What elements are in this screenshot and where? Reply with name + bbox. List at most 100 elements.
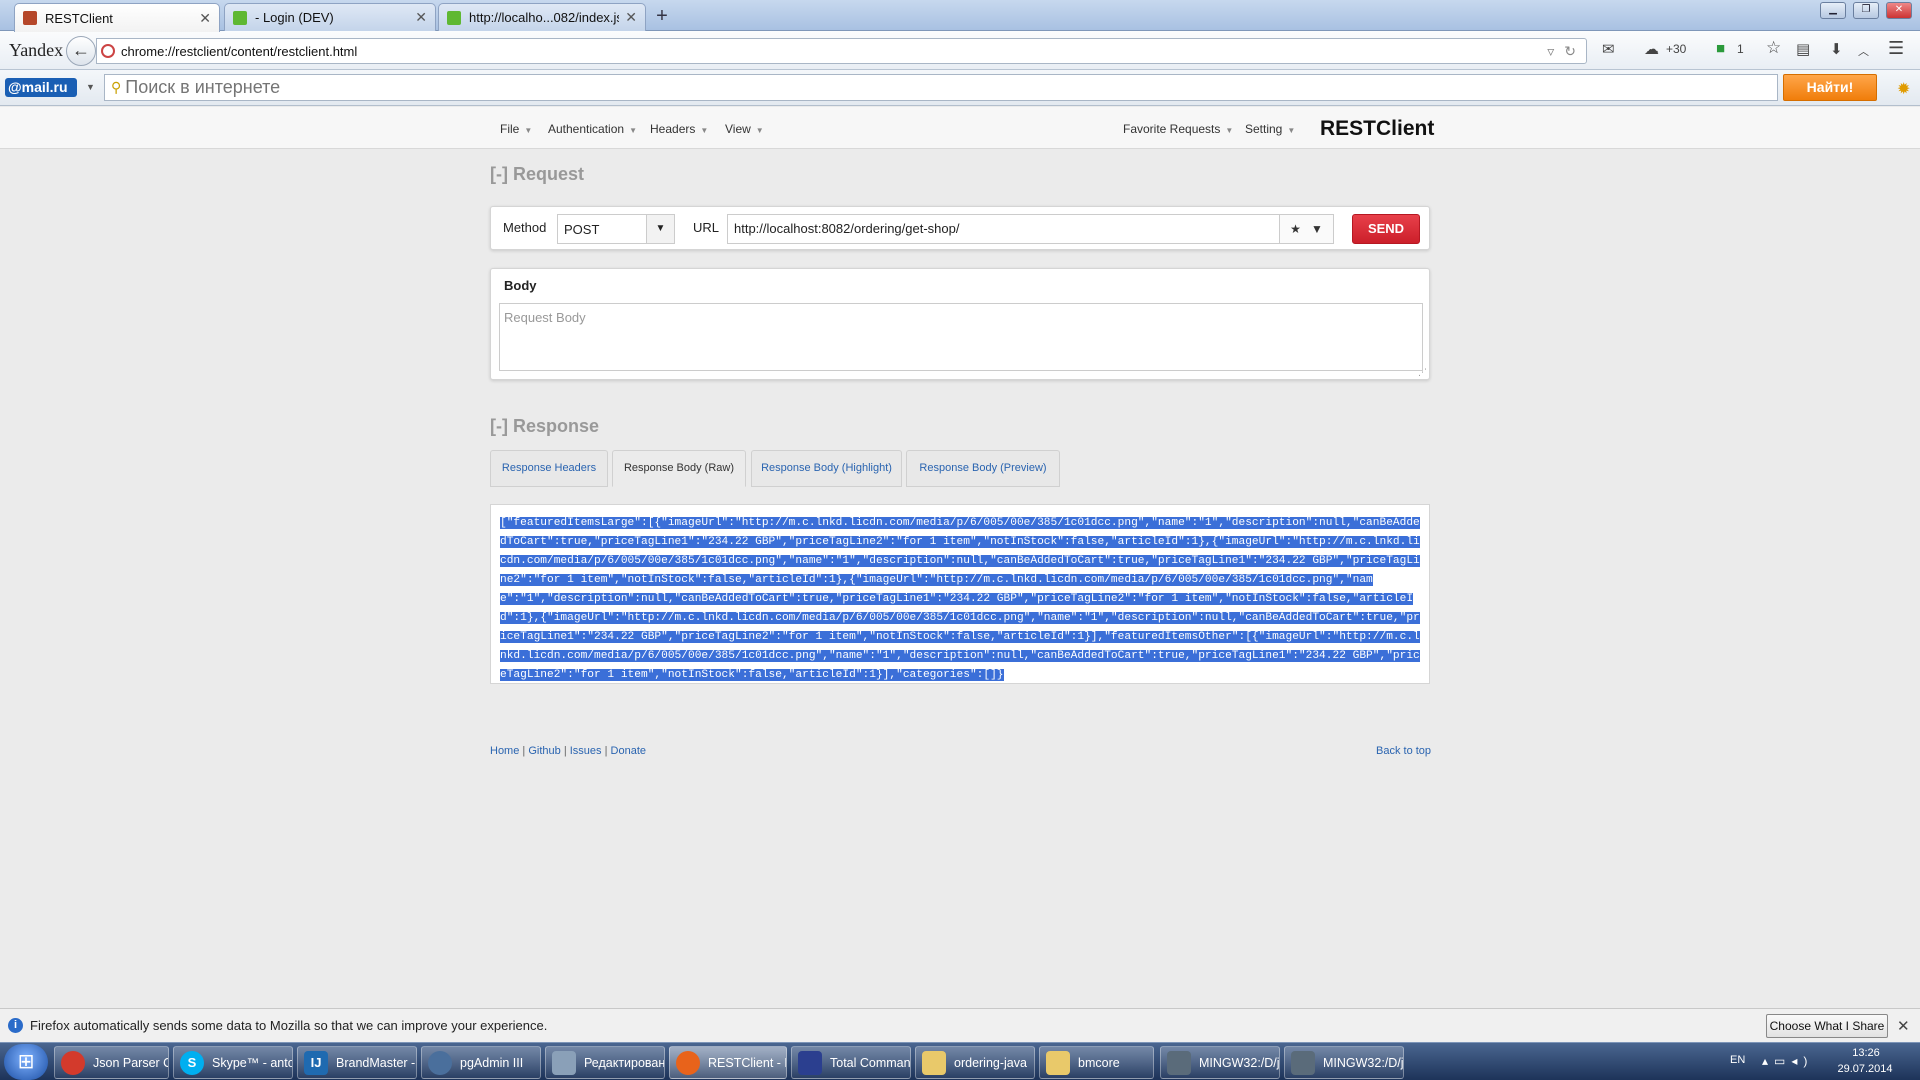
menu-label: View (725, 122, 751, 136)
taskbar-item[interactable]: S Skype™ - anton.... (173, 1046, 293, 1079)
notification-count[interactable]: 1 (1737, 42, 1744, 56)
address-text[interactable]: chrome://restclient/content/restclient.h… (121, 44, 1547, 59)
resize-grip-icon[interactable]: ⋰ (1418, 367, 1427, 378)
taskbar-item[interactable]: ordering-java (915, 1046, 1035, 1079)
chevron-down-icon: ▼ (1310, 222, 1323, 236)
taskbar-item-label: Total Comman... (830, 1055, 911, 1070)
close-icon[interactable]: ✕ (199, 10, 211, 27)
dropdown-arrow-icon[interactable]: ▿ (1547, 43, 1554, 60)
tab-login-dev[interactable]: - Login (DEV) ✕ (224, 3, 436, 31)
response-raw-body[interactable]: ["featuredItemsLarge":[{"imageUrl":"http… (500, 517, 1420, 681)
chevron-down-icon[interactable]: ▼ (646, 215, 674, 243)
taskbar-item[interactable]: MINGW32:/D/ja... (1160, 1046, 1280, 1079)
taskbar-item[interactable]: bmcore (1039, 1046, 1154, 1079)
taskbar-item[interactable]: MINGW32:/D/ja... (1284, 1046, 1404, 1079)
new-tab-button[interactable]: + (652, 5, 672, 28)
taskbar-item-label: RESTClient - M... (708, 1055, 786, 1070)
url-input[interactable]: http://localhost:8082/ordering/get-shop/ (727, 214, 1280, 244)
body-panel: Body Request Body ⋰ (490, 268, 1430, 380)
terminal-icon (1167, 1050, 1191, 1075)
app-brand[interactable]: RESTClient (1320, 117, 1434, 141)
windows-start-icon[interactable]: ⊞ (4, 1044, 48, 1080)
method-label: Method (503, 220, 547, 235)
search-icon: ⚲ (111, 79, 122, 95)
footer-link-home[interactable]: Home (490, 745, 519, 757)
mailru-logo[interactable]: @mail.ru (5, 78, 77, 97)
restore-icon[interactable]: ❐ (1853, 2, 1879, 19)
clock-date[interactable]: 29.07.2014 (1830, 1063, 1900, 1075)
menu-hamburger-icon[interactable]: ☰ (1888, 38, 1904, 59)
request-section-toggle[interactable]: [-] Request (490, 164, 584, 185)
footer-link-issues[interactable]: Issues (570, 745, 602, 757)
bookmark-star-icon[interactable]: ☆ (1766, 38, 1781, 58)
close-icon[interactable]: ✕ (415, 9, 427, 26)
spring-leaf-icon (233, 10, 247, 25)
menu-view[interactable]: View ▼ (725, 122, 764, 136)
close-icon[interactable]: ✕ (625, 9, 637, 26)
search-button[interactable]: Найти! (1783, 74, 1877, 101)
tray-icons[interactable]: ▴▭◂) (1762, 1054, 1813, 1068)
choose-what-i-share-button[interactable]: Choose What I Share (1766, 1014, 1888, 1038)
tab-index-jsp[interactable]: http://localho...082/index.jsp ✕ (438, 3, 646, 31)
close-window-icon[interactable]: ✕ (1886, 2, 1912, 19)
caret-down-icon: ▼ (1287, 126, 1296, 135)
tab-response-headers[interactable]: Response Headers (490, 450, 608, 487)
page-favicon-icon (101, 44, 115, 58)
menu-favorite-requests[interactable]: Favorite Requests ▼ (1123, 122, 1233, 136)
tab-restclient[interactable]: RESTClient ✕ (14, 3, 220, 32)
taskbar-item[interactable]: pgAdmin III (421, 1046, 541, 1079)
yandex-logo[interactable]: Yandex (9, 40, 63, 61)
caret-down-icon: ▼ (1225, 126, 1234, 135)
back-to-top-link[interactable]: Back to top (1376, 745, 1431, 757)
favorite-url-button[interactable]: ★ ▼ (1280, 214, 1334, 244)
intellij-icon: IJ (304, 1050, 328, 1075)
language-indicator[interactable]: EN (1730, 1054, 1745, 1066)
send-button[interactable]: SEND (1352, 214, 1420, 244)
bookmarks-list-icon[interactable]: ▤ (1796, 40, 1810, 58)
method-select[interactable]: POST ▼ (557, 214, 675, 244)
taskbar-item[interactable]: IJ BrandMaster - [... (297, 1046, 417, 1079)
browser-tab-strip: RESTClient ✕ - Login (DEV) ✕ http://loca… (0, 0, 1920, 32)
provider-dropdown-icon[interactable]: ▼ (86, 82, 95, 92)
menu-setting[interactable]: Setting ▼ (1245, 122, 1295, 136)
address-bar[interactable]: chrome://restclient/content/restclient.h… (96, 38, 1587, 64)
menu-authentication[interactable]: Authentication ▼ (548, 122, 637, 136)
taskbar-item-label: ordering-java (954, 1055, 1027, 1070)
taskbar-item[interactable]: Json Parser Onli... (54, 1046, 169, 1079)
weather-temperature[interactable]: +30 (1666, 42, 1686, 56)
search-input[interactable] (125, 77, 1777, 98)
footer-link-github[interactable]: Github (528, 745, 560, 757)
back-button[interactable]: ← (66, 36, 96, 66)
weather-cloud-icon[interactable]: ☁ (1644, 40, 1659, 58)
menu-file[interactable]: File ▼ (500, 122, 532, 136)
firefox-icon (676, 1050, 700, 1075)
floppy-disk-icon (798, 1050, 822, 1075)
chrome-icon (61, 1050, 85, 1075)
footer-link-donate[interactable]: Donate (611, 745, 646, 757)
minimize-icon[interactable]: ▁ (1820, 2, 1846, 19)
request-panel: Method POST ▼ URL http://localhost:8082/… (490, 206, 1430, 250)
taskbar-item-label: BrandMaster - [... (336, 1055, 416, 1070)
request-body-textarea[interactable]: Request Body (499, 303, 1423, 371)
web-search-field[interactable]: ⚲ (104, 74, 1778, 101)
reload-icon[interactable]: ↻ (1564, 43, 1576, 60)
mail-icon[interactable]: ✉ (1602, 40, 1615, 58)
close-icon[interactable]: ✕ (1897, 1017, 1910, 1035)
tab-response-body-highlight[interactable]: Response Body (Highlight) (751, 450, 902, 487)
clock-time[interactable]: 13:26 (1836, 1047, 1896, 1059)
method-value: POST (564, 221, 600, 237)
taskbar-item-label: pgAdmin III (460, 1055, 524, 1070)
scroll-up-icon[interactable]: ︿ (1858, 43, 1869, 59)
notification-badge-icon[interactable]: ■ (1716, 40, 1725, 57)
taskbar-item[interactable]: Total Comman... (791, 1046, 911, 1079)
menu-headers[interactable]: Headers ▼ (650, 122, 708, 136)
download-icon[interactable]: ⬇ (1830, 40, 1843, 58)
gear-icon[interactable]: ✹ (1897, 79, 1910, 99)
caret-down-icon: ▼ (524, 126, 533, 135)
tab-response-body-preview[interactable]: Response Body (Preview) (906, 450, 1060, 487)
taskbar-item[interactable]: Редактировани... (545, 1046, 665, 1079)
response-section-toggle[interactable]: [-] Response (490, 416, 599, 437)
tab-response-body-raw[interactable]: Response Body (Raw) (612, 450, 746, 487)
caret-down-icon: ▼ (700, 126, 709, 135)
taskbar-item-active[interactable]: RESTClient - M... (669, 1046, 787, 1079)
